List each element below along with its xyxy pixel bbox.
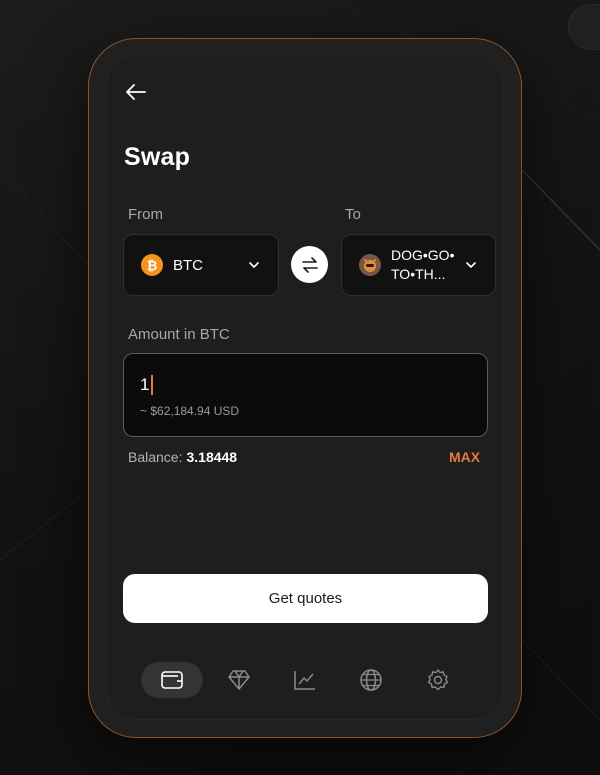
- balance-label: Balance:: [128, 449, 183, 465]
- from-label: From: [128, 206, 163, 223]
- balance-value: 3.18448: [186, 449, 238, 465]
- amount-input[interactable]: [140, 372, 440, 398]
- balance-row: Balance: 3.18448: [128, 449, 237, 465]
- nav-item-collectibles[interactable]: [208, 662, 270, 698]
- swap-arrows-icon: [301, 256, 318, 273]
- from-token-label: BTC: [173, 256, 203, 274]
- usd-equivalent: ~ $62,184.94 USD: [140, 404, 240, 418]
- nav-item-settings[interactable]: [407, 662, 469, 698]
- chevron-down-icon: [249, 262, 259, 268]
- amount-label: Amount in BTC: [128, 326, 230, 343]
- swap-direction-button[interactable]: [291, 246, 328, 283]
- dog-token-icon: [359, 254, 381, 276]
- chart-icon: [294, 671, 315, 690]
- nav-item-market[interactable]: [274, 662, 336, 698]
- to-token-label: DOG•GO•TO•TH...: [391, 247, 455, 282]
- bitcoin-icon: ₿: [141, 254, 163, 276]
- nav-item-wallet[interactable]: [141, 662, 203, 698]
- wallet-icon: [161, 671, 183, 689]
- get-quotes-button[interactable]: Get quotes: [123, 574, 488, 623]
- globe-icon: [360, 669, 382, 691]
- from-token-select[interactable]: ₿ BTC: [123, 234, 279, 296]
- nav-item-explore[interactable]: [340, 662, 402, 698]
- arrow-left-icon: [126, 84, 146, 100]
- text-cursor: [151, 375, 153, 395]
- back-button[interactable]: [124, 80, 148, 104]
- chevron-down-icon: [466, 262, 476, 268]
- diamond-icon: [228, 670, 250, 690]
- max-button[interactable]: MAX: [449, 449, 480, 465]
- to-label: To: [345, 206, 361, 223]
- gear-icon: [427, 669, 449, 691]
- page-title: Swap: [124, 143, 191, 171]
- to-token-select[interactable]: DOG•GO•TO•TH...: [341, 234, 496, 296]
- amount-field[interactable]: ~ $62,184.94 USD: [123, 353, 488, 437]
